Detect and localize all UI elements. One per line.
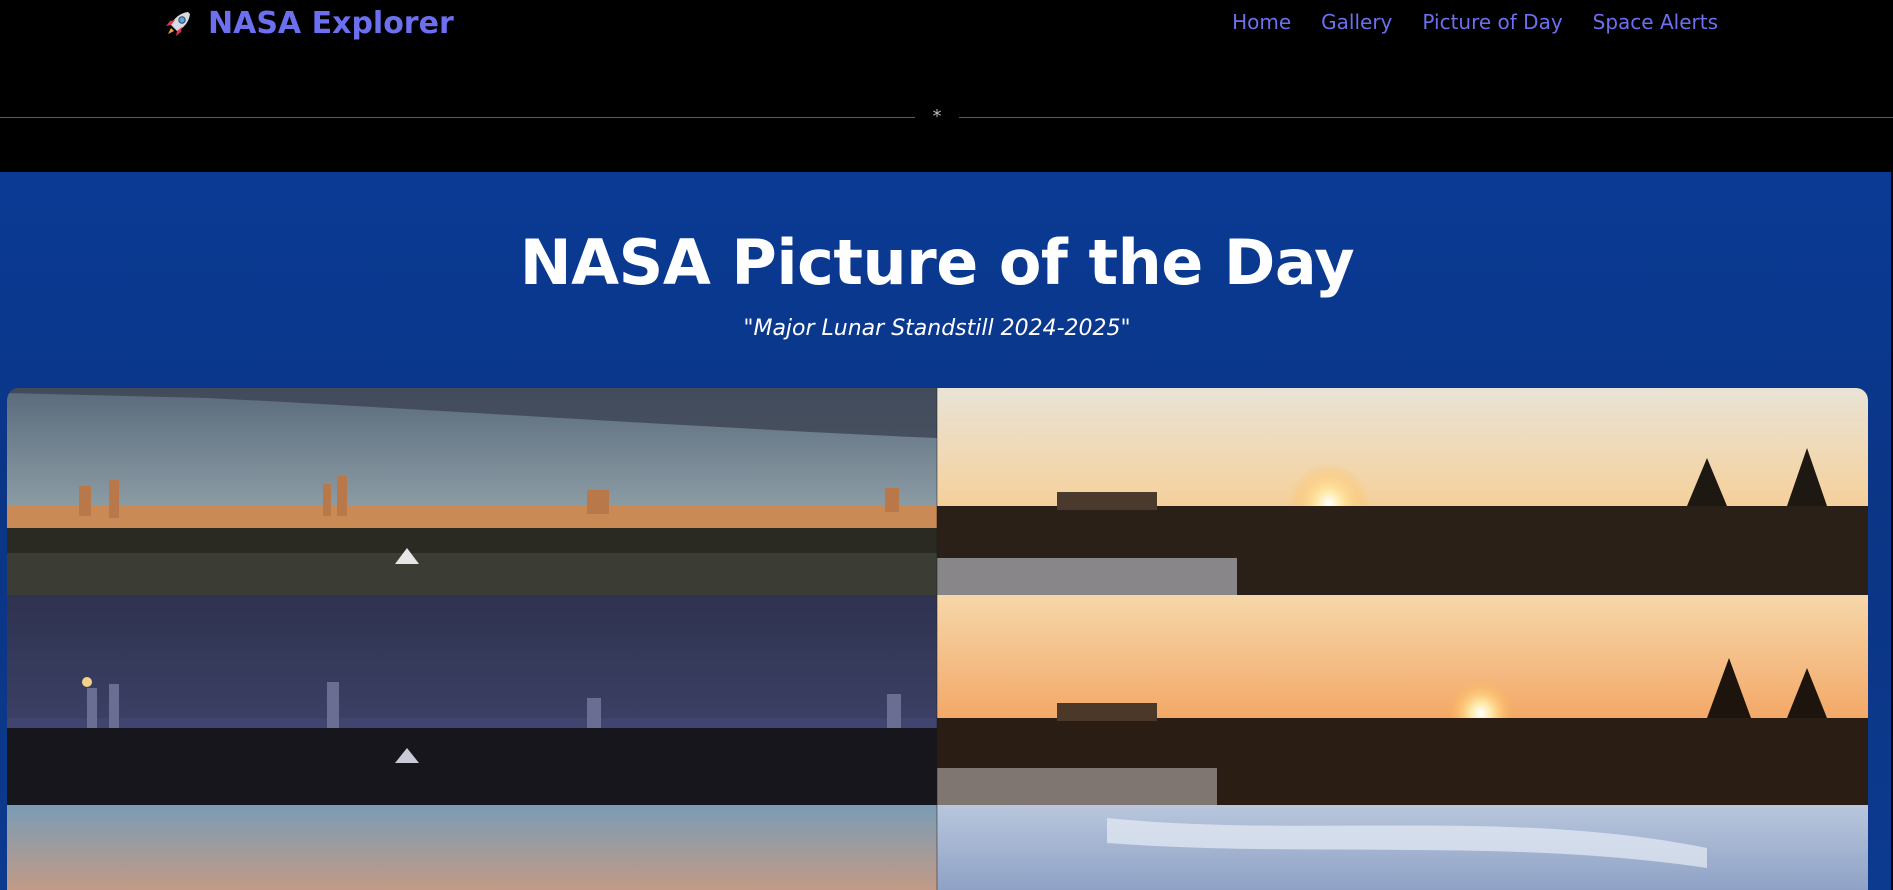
nav-gallery[interactable]: Gallery	[1321, 10, 1392, 34]
top-navbar: NASA Explorer Home Gallery Picture of Da…	[0, 0, 1893, 172]
brand-link[interactable]: NASA Explorer	[162, 6, 454, 41]
nav-home[interactable]: Home	[1232, 10, 1291, 34]
main-nav: Home Gallery Picture of Day Space Alerts	[1232, 10, 1718, 34]
nav-picture-of-day[interactable]: Picture of Day	[1422, 10, 1562, 34]
page-title: NASA Picture of the Day	[519, 226, 1355, 299]
rocket-icon	[162, 8, 194, 40]
nav-space-alerts[interactable]: Space Alerts	[1593, 10, 1718, 34]
picture-of-day-image[interactable]	[7, 388, 1868, 890]
divider-star: *	[915, 104, 959, 130]
picture-title: "Major Lunar Standstill 2024-2025"	[743, 316, 1131, 341]
brand-label: NASA Explorer	[208, 6, 454, 41]
